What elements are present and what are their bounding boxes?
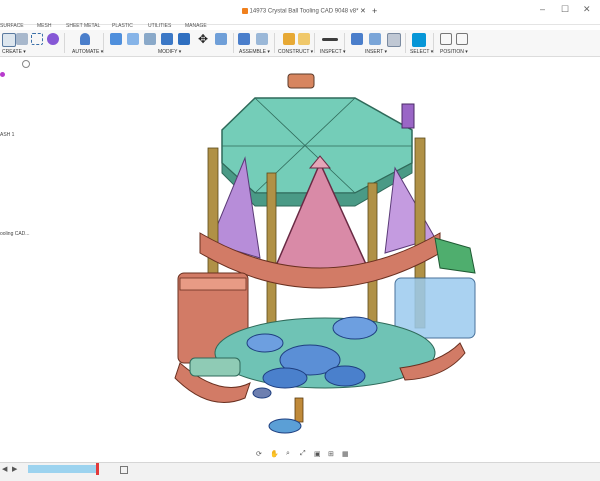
assemble-menu[interactable]: ASSEMBLE ▾ (239, 49, 270, 55)
timeline-back-icon[interactable]: ◀ (2, 465, 7, 473)
timeline-marker[interactable] (96, 463, 99, 475)
combine-icon[interactable] (178, 33, 190, 45)
tab-surface[interactable]: SURFACE (0, 23, 24, 29)
bottom-foot (268, 418, 302, 434)
timeline-features[interactable] (28, 465, 98, 473)
create-menu[interactable]: CREATE ▾ (2, 49, 26, 55)
browser-item-icon (0, 72, 5, 77)
revert-position-icon[interactable] (456, 33, 468, 45)
pan-icon[interactable]: ✋ (270, 450, 279, 458)
chamfer-icon[interactable] (144, 33, 156, 45)
timeline-play-icon[interactable]: ▶ (12, 465, 17, 473)
insert-menu[interactable]: INSERT ▾ (365, 49, 387, 55)
tab-manage[interactable]: MANAGE (185, 23, 207, 29)
tab-plastic[interactable]: PLASTIC (112, 23, 133, 29)
sketch-icon[interactable] (2, 33, 16, 47)
assembly-model-view[interactable] (150, 68, 500, 448)
automate-menu[interactable]: AUTOMATE ▾ (72, 49, 103, 55)
browser-item-label[interactable]: ASH 1 (0, 132, 14, 138)
base-gear (246, 333, 284, 353)
browser-pin-icon[interactable] (22, 60, 30, 68)
new-component-icon[interactable] (238, 33, 250, 45)
fillet-icon[interactable] (127, 33, 139, 45)
capture-position-icon[interactable] (440, 33, 452, 45)
right-cylinder (394, 277, 476, 339)
position-menu[interactable]: POSITION ▾ (440, 49, 468, 55)
insert-image-icon[interactable] (387, 33, 401, 47)
axis-icon[interactable] (298, 33, 310, 45)
measure-icon[interactable] (322, 38, 338, 41)
automate-icon[interactable] (80, 33, 90, 45)
close-window-button[interactable]: ✕ (583, 4, 591, 15)
browser-item-label[interactable]: ooling CAD... (0, 231, 29, 237)
form-icon[interactable] (47, 33, 59, 45)
viewport-icon[interactable]: ▦ (342, 450, 349, 458)
green-bracket (434, 237, 476, 274)
insert-derive-icon[interactable] (351, 33, 363, 45)
separator (314, 33, 315, 53)
separator (274, 33, 275, 53)
tab-utilities[interactable]: UTILITIES (148, 23, 171, 29)
document-icon (241, 8, 248, 14)
display-icon[interactable]: ▣ (314, 450, 321, 458)
separator (64, 33, 65, 53)
shell-icon[interactable] (161, 33, 173, 45)
press-pull-icon[interactable] (110, 33, 122, 45)
front-arm-plate (189, 357, 241, 377)
offset-plane-icon[interactable] (283, 33, 295, 45)
separator (405, 33, 406, 53)
orbit-icon[interactable]: ⟳ (256, 450, 262, 458)
fit-icon[interactable]: ⤢ (300, 450, 306, 458)
left-tower-plate (179, 277, 247, 291)
base-gear (262, 367, 308, 389)
side-bracket (401, 103, 415, 129)
construct-menu[interactable]: CONSTRUCT ▾ (278, 49, 313, 55)
base-gear (332, 316, 378, 340)
box-select-icon[interactable] (31, 33, 43, 45)
add-tab-button[interactable]: + (372, 6, 377, 16)
surface-icon[interactable] (16, 33, 28, 45)
minimize-button[interactable]: – (540, 4, 545, 14)
separator (233, 33, 234, 53)
window-title: 14973 Crystal Ball Tooling CAD 9048 v8* (0, 8, 600, 15)
align-icon[interactable] (215, 33, 227, 45)
base-gear (324, 365, 366, 387)
bottom-foot (252, 387, 272, 399)
tab-sheet-metal[interactable]: SHEET METAL (66, 23, 100, 29)
zoom-icon[interactable]: ⌕ (286, 450, 290, 458)
select-menu[interactable]: SELECT ▾ (410, 49, 433, 55)
move-icon[interactable]: ✥ (197, 33, 209, 45)
inspect-menu[interactable]: INSPECT ▾ (320, 49, 345, 55)
close-tab-button[interactable]: ✕ (360, 7, 366, 15)
modify-menu[interactable]: MODIFY ▾ (158, 49, 181, 55)
joint-icon[interactable] (256, 33, 268, 45)
maximize-button[interactable]: ☐ (561, 4, 569, 15)
insert-mesh-icon[interactable] (369, 33, 381, 45)
grid-icon[interactable]: ⊞ (328, 450, 334, 458)
select-icon[interactable] (412, 33, 426, 47)
timeline-settings-icon[interactable] (120, 466, 128, 474)
top-linkage (287, 73, 315, 89)
bottom-stem (294, 397, 304, 423)
tab-mesh[interactable]: MESH (37, 23, 51, 29)
